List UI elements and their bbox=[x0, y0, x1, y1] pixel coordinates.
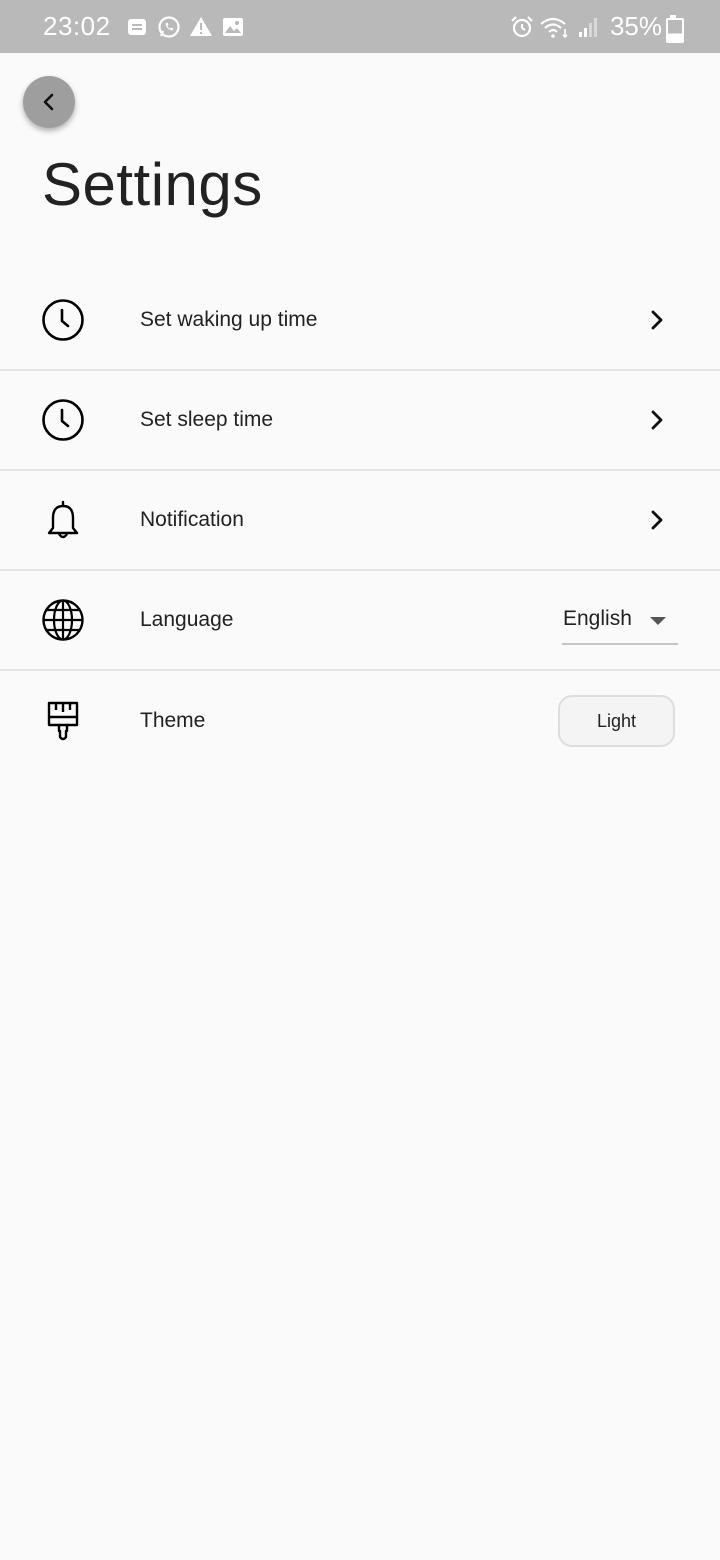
chevron-right-icon bbox=[644, 507, 670, 533]
language-dropdown[interactable]: English bbox=[562, 595, 678, 645]
status-time: 23:02 bbox=[43, 11, 111, 41]
settings-item-theme: Theme Light bbox=[0, 671, 720, 771]
clock-icon bbox=[40, 297, 86, 343]
chevron-left-icon bbox=[43, 93, 54, 111]
settings-item-label: Set waking up time bbox=[140, 308, 318, 331]
battery-icon bbox=[666, 14, 684, 43]
clock-icon bbox=[40, 397, 86, 443]
warning-icon bbox=[187, 13, 215, 41]
paint-brush-icon bbox=[40, 698, 86, 744]
settings-item-sleep-time[interactable]: Set sleep time bbox=[0, 371, 720, 471]
image-icon bbox=[219, 13, 247, 41]
language-dropdown-value: English bbox=[563, 607, 632, 630]
whatsapp-icon bbox=[155, 13, 183, 41]
globe-icon bbox=[40, 597, 86, 643]
chevron-right-icon bbox=[644, 407, 670, 433]
signal-icon bbox=[574, 13, 602, 41]
back-button[interactable] bbox=[23, 76, 75, 128]
status-bar-right: 35% bbox=[508, 11, 684, 43]
status-bar-left: 23:02 bbox=[43, 11, 251, 42]
settings-item-label: Theme bbox=[140, 709, 206, 732]
settings-item-label: Language bbox=[140, 608, 234, 631]
settings-list: Set waking up time Set sleep time Notifi… bbox=[0, 271, 720, 771]
message-icon bbox=[123, 13, 151, 41]
settings-item-label: Notification bbox=[140, 508, 244, 531]
theme-button[interactable]: Light bbox=[558, 695, 675, 747]
chevron-right-icon bbox=[644, 307, 670, 333]
wifi-icon bbox=[538, 13, 572, 41]
dropdown-arrow-icon bbox=[650, 617, 666, 625]
settings-item-waking-up-time[interactable]: Set waking up time bbox=[0, 271, 720, 371]
settings-item-label: Set sleep time bbox=[140, 408, 274, 431]
settings-item-language: Language English bbox=[0, 571, 720, 671]
status-bar: 23:02 35% bbox=[0, 0, 720, 53]
bell-icon bbox=[40, 497, 86, 543]
alarm-icon bbox=[508, 13, 536, 41]
page-title: Settings bbox=[42, 151, 263, 218]
battery-percentage: 35% bbox=[609, 11, 662, 41]
settings-item-notification[interactable]: Notification bbox=[0, 471, 720, 571]
